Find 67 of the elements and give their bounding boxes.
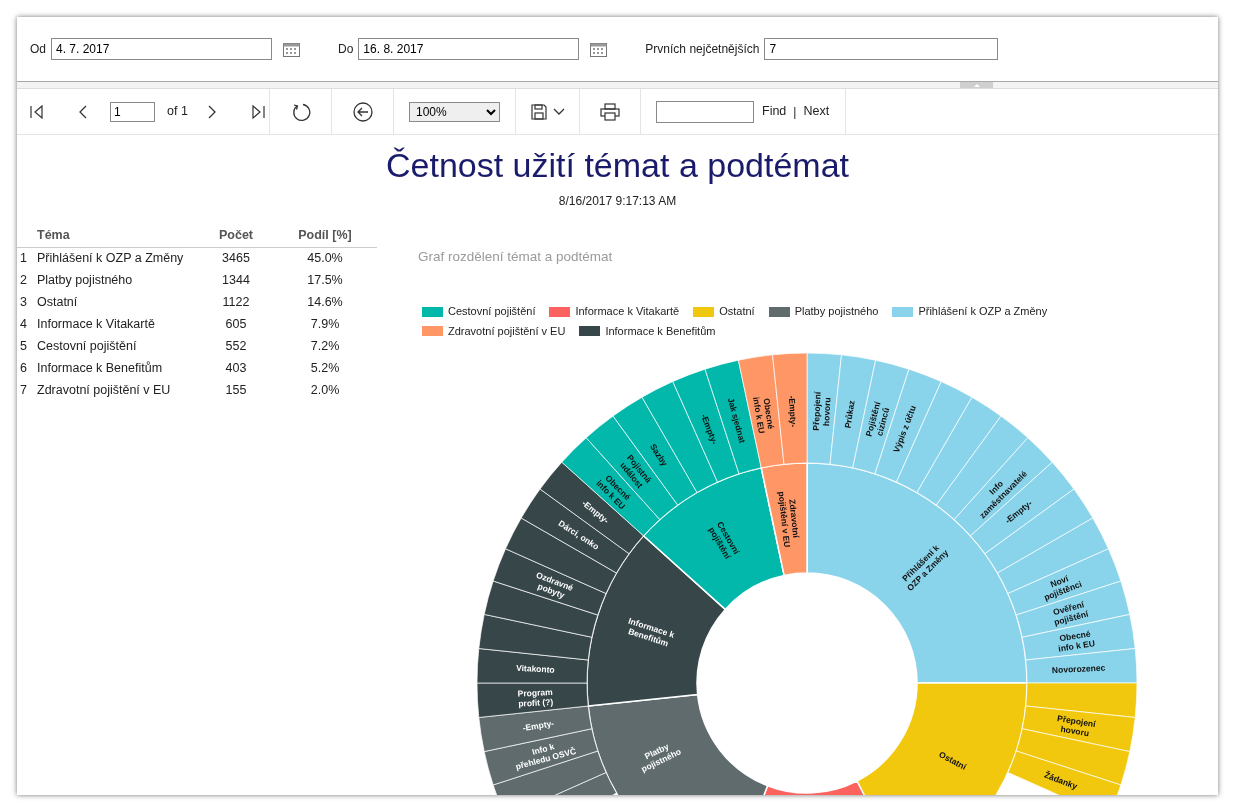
segment-label: Novorozenec bbox=[1051, 662, 1106, 676]
table-cell: 155 bbox=[225, 382, 247, 397]
table-cell: Zdravotní pojištění v EU bbox=[37, 382, 171, 397]
page-number-field[interactable]: 1 bbox=[110, 101, 155, 122]
table-cell: 45.0% bbox=[307, 251, 343, 266]
table-cell: 2.0% bbox=[310, 382, 340, 397]
table-cell: Ostatní bbox=[37, 294, 78, 309]
next-button[interactable]: Next bbox=[803, 102, 830, 121]
segment-label: Přepojení hovoru bbox=[810, 391, 833, 431]
column-header: Téma bbox=[37, 228, 70, 242]
field-label: Prvních nejčetnějších bbox=[645, 41, 760, 58]
field-label: Do bbox=[338, 41, 354, 58]
report-timestamp: 8/16/2017 9:17:13 AM bbox=[558, 194, 677, 208]
segment-label: Přepojení hovoru bbox=[1056, 713, 1097, 739]
row-number: 5 bbox=[20, 338, 27, 353]
segment-label: -Empty- bbox=[787, 395, 799, 428]
table-cell: 605 bbox=[225, 316, 247, 331]
table-cell: 1344 bbox=[222, 272, 250, 287]
legend-label: Přihlášení k OZP a Změny bbox=[918, 304, 1048, 320]
table-cell: 403 bbox=[225, 360, 247, 375]
table-cell: 3465 bbox=[222, 251, 250, 266]
table-cell: 5.2% bbox=[310, 360, 340, 375]
segment-label: Obecné info k EU bbox=[751, 396, 777, 435]
field-label: Od bbox=[30, 41, 46, 58]
table-cell: Informace k Benefitům bbox=[37, 360, 163, 375]
table-cell: Přihlášení k OZP a Změny bbox=[37, 251, 184, 266]
table-cell: 17.5% bbox=[307, 272, 343, 287]
table-cell: Platby pojistného bbox=[37, 272, 133, 287]
segment-label: Program profit (?) bbox=[517, 687, 554, 709]
legend-label: Cestovní pojištění bbox=[448, 304, 536, 320]
text-field[interactable]: 16. 8. 2017 bbox=[358, 38, 580, 60]
segment-label: Vitakonto bbox=[515, 663, 555, 676]
segment-label: Obecné info k EU bbox=[1057, 628, 1096, 654]
table-cell: 7.2% bbox=[310, 338, 340, 353]
row-number: 7 bbox=[20, 382, 27, 397]
legend-label: Zdravotní pojištění v EU bbox=[448, 323, 566, 339]
legend-label: Informace k Benefitům bbox=[605, 323, 716, 339]
table-cell: 1122 bbox=[222, 294, 250, 309]
legend-label: Platby pojistného bbox=[794, 304, 879, 320]
table-cell: 14.6% bbox=[307, 294, 343, 309]
table-cell: 552 bbox=[225, 338, 247, 353]
row-number: 6 bbox=[20, 360, 27, 375]
report-title: Četnost užití témat a podtémat bbox=[385, 148, 850, 182]
segment-label: Výpis z účtu bbox=[890, 404, 919, 455]
segment-label: Průkaz bbox=[842, 400, 857, 430]
row-number: 3 bbox=[20, 294, 27, 309]
table-cell: Cestovní pojištění bbox=[37, 338, 137, 353]
zoom-dropdown[interactable]: 100% bbox=[409, 101, 500, 122]
row-number: 1 bbox=[20, 251, 27, 266]
find-button[interactable]: Find bbox=[762, 102, 787, 121]
text-field[interactable]: 7 bbox=[764, 38, 999, 60]
column-header: Počet bbox=[218, 228, 253, 242]
legend-label: Informace k Vitakartě bbox=[575, 304, 680, 320]
row-number: 2 bbox=[20, 272, 27, 287]
column-header: Podíl [%] bbox=[298, 228, 352, 242]
segment-label: Zdravotní pojištění v EU bbox=[776, 491, 802, 549]
table-cell: 7.9% bbox=[310, 316, 340, 331]
segment-label: -Empty- bbox=[521, 718, 555, 734]
table-cell: Informace k Vitakartě bbox=[37, 316, 155, 331]
segment-label: Jak sjednat bbox=[725, 396, 748, 445]
separator-text: | bbox=[793, 103, 797, 121]
legend-label: Ostatní bbox=[719, 304, 755, 320]
segment-label: -Empty- bbox=[699, 412, 720, 446]
row-number: 4 bbox=[20, 316, 27, 331]
text-field[interactable]: 4. 7. 2017 bbox=[51, 38, 272, 60]
page-count: of 1 bbox=[167, 103, 188, 121]
chart-title: Graf rozdělení témat a podtémat bbox=[417, 249, 613, 264]
